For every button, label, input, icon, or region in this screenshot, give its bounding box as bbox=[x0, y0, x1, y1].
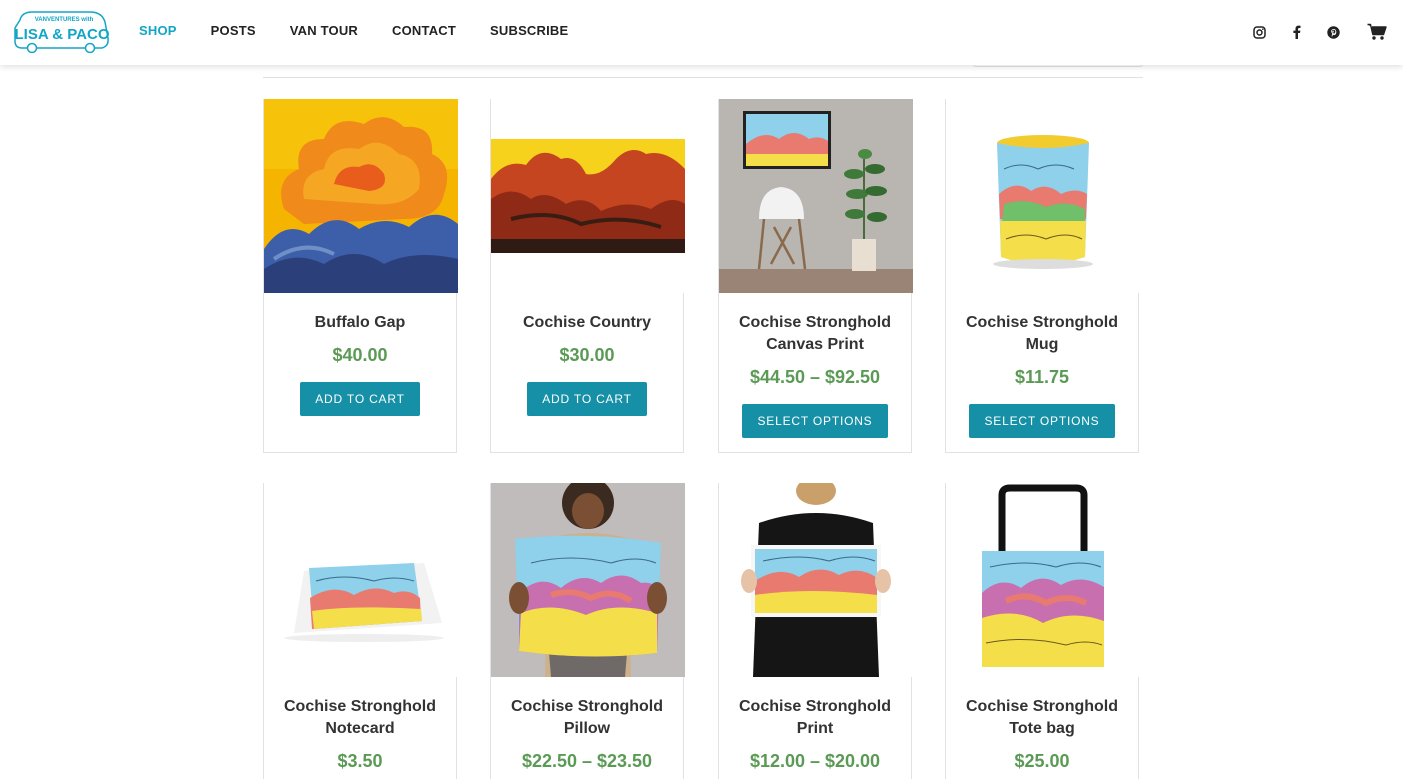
nav-contact[interactable]: CONTACT bbox=[392, 23, 456, 38]
product-card[interactable]: Cochise Country $30.00 ADD TO CART bbox=[490, 99, 685, 453]
nav-posts[interactable]: POSTS bbox=[211, 23, 256, 38]
product-image-cochise-stronghold-canvas-print[interactable] bbox=[719, 99, 913, 293]
product-title[interactable]: Cochise Stronghold Tote bag bbox=[946, 696, 1138, 740]
product-image-cochise-stronghold-tote-bag[interactable] bbox=[946, 483, 1140, 677]
social-links bbox=[1232, 22, 1387, 42]
product-title[interactable]: Cochise Stronghold Pillow bbox=[491, 696, 683, 740]
product-price: $12.00 – $20.00 bbox=[749, 751, 881, 771]
svg-text:VANVENTURES with: VANVENTURES with bbox=[35, 17, 94, 23]
product-card[interactable]: Cochise Stronghold Tote bag $25.00 bbox=[945, 483, 1140, 779]
nav-van-tour[interactable]: VAN TOUR bbox=[290, 23, 358, 38]
product-price: $44.50 – $92.50 bbox=[749, 367, 881, 387]
product-title[interactable]: Cochise Stronghold Notecard bbox=[264, 696, 456, 740]
svg-text:LISA & PACO: LISA & PACO bbox=[14, 26, 109, 43]
product-price: $25.00 bbox=[1014, 751, 1070, 771]
product-price: $40.00 bbox=[332, 345, 388, 365]
product-price: $22.50 – $23.50 bbox=[521, 751, 653, 771]
cart-icon[interactable] bbox=[1367, 22, 1387, 42]
product-card[interactable]: Cochise Stronghold Notecard $3.50 bbox=[263, 483, 458, 779]
product-title[interactable]: Buffalo Gap bbox=[264, 312, 456, 334]
product-image-cochise-stronghold-notecard[interactable] bbox=[264, 483, 458, 677]
product-title[interactable]: Cochise Stronghold Canvas Print bbox=[719, 312, 911, 356]
product-price: $3.50 bbox=[337, 751, 383, 771]
product-image-cochise-stronghold-mug[interactable] bbox=[946, 99, 1140, 293]
product-title[interactable]: Cochise Stronghold Print bbox=[719, 696, 911, 740]
facebook-icon[interactable] bbox=[1286, 22, 1306, 42]
product-title[interactable]: Cochise Stronghold Mug bbox=[946, 312, 1138, 356]
product-image-buffalo-gap[interactable] bbox=[264, 99, 458, 293]
add-to-cart-button[interactable]: ADD TO CART bbox=[527, 382, 647, 416]
product-card[interactable]: Cochise Stronghold Canvas Print $44.50 –… bbox=[718, 99, 913, 453]
pinterest-icon[interactable] bbox=[1323, 22, 1343, 42]
select-options-button[interactable]: SELECT OPTIONS bbox=[969, 404, 1115, 438]
site-logo[interactable]: VANVENTURES with LISA & PACO bbox=[12, 8, 110, 53]
product-card[interactable]: Cochise Stronghold Mug $11.75 SELECT OPT… bbox=[945, 99, 1140, 453]
nav-subscribe[interactable]: SUBSCRIBE bbox=[490, 23, 568, 38]
nav-shop[interactable]: SHOP bbox=[139, 23, 177, 38]
product-image-cochise-stronghold-pillow[interactable] bbox=[491, 483, 685, 677]
product-image-cochise-country[interactable] bbox=[491, 99, 685, 293]
product-price: $30.00 bbox=[559, 345, 615, 365]
product-image-cochise-stronghold-print[interactable] bbox=[719, 483, 913, 677]
select-options-button[interactable]: SELECT OPTIONS bbox=[742, 404, 888, 438]
results-divider bbox=[263, 77, 1143, 78]
product-card[interactable]: Cochise Stronghold Print $12.00 – $20.00 bbox=[718, 483, 913, 779]
product-card[interactable]: Cochise Stronghold Pillow $22.50 – $23.5… bbox=[490, 483, 685, 779]
site-header: VANVENTURES with LISA & PACO SHOP POSTS … bbox=[0, 0, 1403, 65]
product-title[interactable]: Cochise Country bbox=[491, 312, 683, 334]
product-price: $11.75 bbox=[1014, 367, 1070, 387]
instagram-icon[interactable] bbox=[1249, 22, 1269, 42]
add-to-cart-button[interactable]: ADD TO CART bbox=[300, 382, 420, 416]
main-nav: SHOP POSTS VAN TOUR CONTACT SUBSCRIBE bbox=[139, 23, 602, 38]
product-card[interactable]: Buffalo Gap $40.00 ADD TO CART bbox=[263, 99, 458, 453]
